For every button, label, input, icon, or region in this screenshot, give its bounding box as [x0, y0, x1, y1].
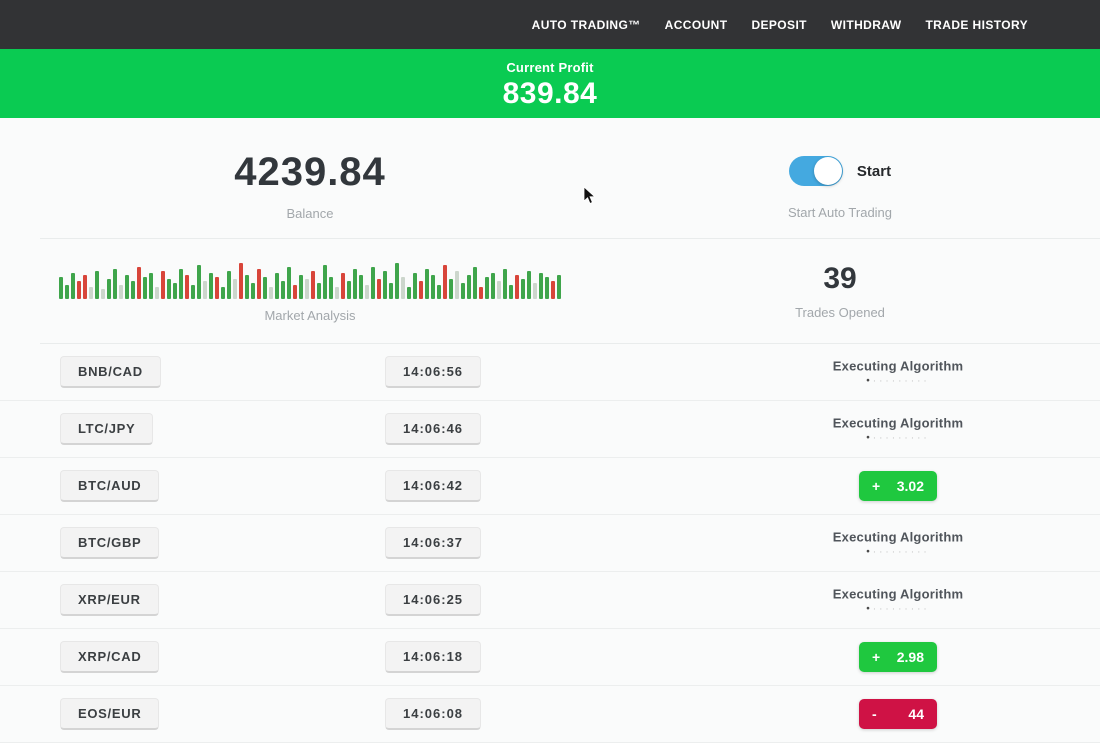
market-analysis-chart [40, 261, 580, 299]
trades-list: BNB/CAD 14:06:56 Executing Algorithm •··… [0, 344, 1100, 743]
toggle-knob [814, 157, 842, 185]
pair-chip[interactable]: XRP/CAD [60, 641, 159, 673]
result-badge: -44 [859, 699, 937, 729]
trade-row: BNB/CAD 14:06:56 Executing Algorithm •··… [0, 344, 1100, 401]
toggle-caption: Start Auto Trading [580, 205, 1100, 220]
result-badge: +2.98 [859, 642, 937, 672]
executing-label: Executing Algorithm [827, 359, 969, 374]
pair-chip[interactable]: LTC/JPY [60, 413, 153, 445]
trade-status: Executing Algorithm •········· [827, 416, 969, 443]
trade-row: LTC/JPY 14:06:46 Executing Algorithm •··… [0, 401, 1100, 458]
toggle-label: Start [857, 163, 891, 180]
time-chip[interactable]: 14:06:56 [385, 356, 481, 388]
pair-chip[interactable]: BNB/CAD [60, 356, 161, 388]
progress-dots: •········· [827, 606, 969, 614]
current-profit-label: Current Profit [0, 60, 1100, 75]
market-analysis-label: Market Analysis [40, 308, 580, 323]
top-nav: AUTO TRADING™ ACCOUNT DEPOSIT WITHDRAW T… [0, 0, 1100, 49]
nav-withdraw[interactable]: WITHDRAW [831, 18, 902, 32]
result-badge: +3.02 [859, 471, 937, 501]
pair-chip[interactable]: BTC/AUD [60, 470, 159, 502]
trade-row: XRP/EUR 14:06:25 Executing Algorithm •··… [0, 572, 1100, 629]
trade-status: •········· +3.02 [827, 471, 969, 501]
balance-label: Balance [40, 206, 580, 221]
current-profit-banner: Current Profit 839.84 [0, 49, 1100, 118]
nav-trade-history[interactable]: TRADE HISTORY [925, 18, 1028, 32]
trade-row: BTC/AUD 14:06:42 •········· +3.02 [0, 458, 1100, 515]
time-chip[interactable]: 14:06:25 [385, 584, 481, 616]
executing-label: Executing Algorithm [827, 416, 969, 431]
balance-value: 4239.84 [40, 151, 580, 193]
auto-trading-app: AUTO TRADING™ ACCOUNT DEPOSIT WITHDRAW T… [0, 0, 1100, 742]
trade-status: •········· +2.98 [827, 642, 969, 672]
trade-status: Executing Algorithm •········· [827, 359, 969, 386]
trade-status: Executing Algorithm •········· [827, 587, 969, 614]
nav-deposit[interactable]: DEPOSIT [751, 18, 806, 32]
trades-opened-label: Trades Opened [580, 305, 1100, 320]
time-chip[interactable]: 14:06:42 [385, 470, 481, 502]
executing-label: Executing Algorithm [827, 587, 969, 602]
market-section: Market Analysis 39 Trades Opened [0, 239, 1100, 343]
executing-label: Executing Algorithm [827, 530, 969, 545]
progress-dots: •········· [827, 549, 969, 557]
nav-auto-trading[interactable]: AUTO TRADING™ [532, 18, 641, 32]
pair-chip[interactable]: EOS/EUR [60, 698, 159, 730]
trades-opened-value: 39 [580, 263, 1100, 295]
time-chip[interactable]: 14:06:18 [385, 641, 481, 673]
trade-row: BTC/GBP 14:06:37 Executing Algorithm •··… [0, 515, 1100, 572]
time-chip[interactable]: 14:06:08 [385, 698, 481, 730]
pair-chip[interactable]: XRP/EUR [60, 584, 159, 616]
trade-status: •········· -44 [827, 699, 969, 729]
nav-account[interactable]: ACCOUNT [665, 18, 728, 32]
trade-status: Executing Algorithm •········· [827, 530, 969, 557]
time-chip[interactable]: 14:06:37 [385, 527, 481, 559]
progress-dots: •········· [827, 378, 969, 386]
pair-chip[interactable]: BTC/GBP [60, 527, 159, 559]
progress-dots: •········· [827, 435, 969, 443]
trade-row: XRP/CAD 14:06:18 •········· +2.98 [0, 629, 1100, 686]
current-profit-value: 839.84 [0, 77, 1100, 111]
auto-trading-toggle[interactable] [789, 156, 843, 186]
balance-section: 4239.84 Balance Start Start Auto Trading [0, 118, 1100, 238]
trade-row: EOS/EUR 14:06:08 •········· -44 [0, 686, 1100, 743]
time-chip[interactable]: 14:06:46 [385, 413, 481, 445]
